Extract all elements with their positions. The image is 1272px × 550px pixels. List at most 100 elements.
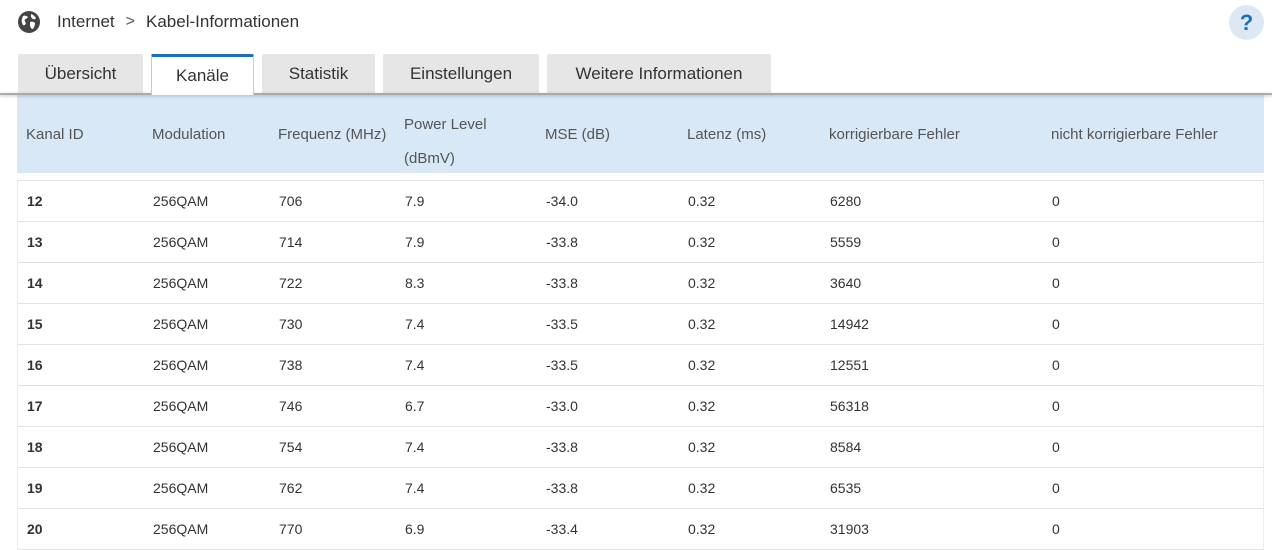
cell-frequenz: 722 (279, 275, 303, 291)
cell-power-level: 7.4 (405, 316, 425, 332)
cell-mse: -33.8 (546, 234, 578, 250)
cell-mse: -33.4 (546, 521, 578, 537)
table-body: 12 256QAM 706 7.9 -34.0 0.32 6280 0 13 256QAM 714 7… (17, 181, 1264, 550)
breadcrumb-item-current: Kabel-Informationen (146, 12, 300, 31)
cell-nicht-korrigierbare-fehler: 0 (1052, 234, 1060, 250)
cell-power-level: 7.4 (405, 439, 425, 455)
cell-korrigierbare-fehler: 5559 (830, 234, 862, 250)
column-header-nicht-korrigierbare-fehler[interactable]: nicht korrigierbare Fehler (1051, 95, 1218, 173)
cell-latenz: 0.32 (688, 439, 716, 455)
column-header-modulation[interactable]: Modulation (152, 95, 225, 173)
cell-latenz: 0.32 (688, 234, 716, 250)
cell-mse: -33.8 (546, 439, 578, 455)
channel-table: Kanal ID Modulation Frequenz (MHz) Power… (17, 95, 1264, 550)
cell-kanal-id: 16 (27, 357, 43, 373)
breadcrumb-item-internet[interactable]: Internet (57, 12, 115, 32)
cell-frequenz: 714 (279, 234, 303, 250)
cell-mse: -34.0 (546, 193, 578, 209)
cell-frequenz: 706 (279, 193, 303, 209)
cell-power-level: 7.4 (405, 357, 425, 373)
cell-power-level: 7.9 (405, 234, 425, 250)
column-header-mse[interactable]: MSE (dB) (545, 95, 610, 173)
cell-mse: -33.0 (546, 398, 578, 414)
cell-nicht-korrigierbare-fehler: 0 (1052, 398, 1060, 414)
cell-nicht-korrigierbare-fehler: 0 (1052, 357, 1060, 373)
cell-modulation: 256QAM (153, 193, 209, 209)
column-header-kanal-id[interactable]: Kanal ID (26, 95, 84, 173)
cell-frequenz: 754 (279, 439, 303, 455)
cell-modulation: 256QAM (153, 521, 209, 537)
table-row: 13 256QAM 714 7.9 -33.8 0.32 5559 0 (17, 222, 1264, 263)
cell-kanal-id: 18 (27, 439, 43, 455)
table-row: 15 256QAM 730 7.4 -33.5 0.32 14942 0 (17, 304, 1264, 345)
cell-mse: -33.5 (546, 357, 578, 373)
table-row: 16 256QAM 738 7.4 -33.5 0.32 12551 0 (17, 345, 1264, 386)
cell-korrigierbare-fehler: 12551 (830, 357, 869, 373)
cell-kanal-id: 19 (27, 480, 43, 496)
cell-power-level: 6.9 (405, 521, 425, 537)
cell-nicht-korrigierbare-fehler: 0 (1052, 275, 1060, 291)
tab-einstellungen[interactable]: Einstellungen (383, 54, 539, 94)
table-row: 14 256QAM 722 8.3 -33.8 0.32 3640 0 (17, 263, 1264, 304)
help-button[interactable]: ? (1229, 5, 1264, 40)
globe-icon (18, 11, 40, 33)
tab-statistik[interactable]: Statistik (262, 54, 375, 94)
cell-modulation: 256QAM (153, 275, 209, 291)
cell-kanal-id: 20 (27, 521, 43, 537)
column-header-line: (dBmV) (404, 150, 455, 167)
tab-label: Kanäle (176, 66, 229, 85)
cell-kanal-id: 13 (27, 234, 43, 250)
cell-korrigierbare-fehler: 8584 (830, 439, 862, 455)
cell-korrigierbare-fehler: 3640 (830, 275, 862, 291)
cell-kanal-id: 12 (27, 193, 43, 209)
cell-kanal-id: 15 (27, 316, 43, 332)
cell-korrigierbare-fehler: 56318 (830, 398, 869, 414)
table-row: 18 256QAM 754 7.4 -33.8 0.32 8584 0 (17, 427, 1264, 468)
cell-frequenz: 762 (279, 480, 303, 496)
cell-modulation: 256QAM (153, 398, 209, 414)
cell-nicht-korrigierbare-fehler: 0 (1052, 193, 1060, 209)
tab-uebersicht[interactable]: Übersicht (18, 54, 143, 94)
table-header: Kanal ID Modulation Frequenz (MHz) Power… (17, 95, 1264, 173)
cell-frequenz: 770 (279, 521, 303, 537)
cell-frequenz: 746 (279, 398, 303, 414)
table-spacer (17, 173, 1264, 181)
cell-nicht-korrigierbare-fehler: 0 (1052, 316, 1060, 332)
cell-nicht-korrigierbare-fehler: 0 (1052, 480, 1060, 496)
column-header-korrigierbare-fehler[interactable]: korrigierbare Fehler (829, 95, 960, 173)
cell-korrigierbare-fehler: 31903 (830, 521, 869, 537)
cell-modulation: 256QAM (153, 439, 209, 455)
cell-latenz: 0.32 (688, 398, 716, 414)
cell-frequenz: 738 (279, 357, 303, 373)
question-icon: ? (1239, 9, 1254, 35)
cell-korrigierbare-fehler: 6280 (830, 193, 862, 209)
cell-latenz: 0.32 (688, 357, 716, 373)
tab-kanaele[interactable]: Kanäle (151, 54, 254, 95)
cell-latenz: 0.32 (688, 193, 716, 209)
cell-modulation: 256QAM (153, 480, 209, 496)
cell-korrigierbare-fehler: 14942 (830, 316, 869, 332)
cell-power-level: 8.3 (405, 275, 425, 291)
cell-latenz: 0.32 (688, 275, 716, 291)
tab-label: Einstellungen (409, 64, 513, 83)
column-header-power-level[interactable]: Power Level (dBmV) (404, 95, 487, 173)
table-row: 12 256QAM 706 7.9 -34.0 0.32 6280 0 (17, 181, 1264, 222)
cell-frequenz: 730 (279, 316, 303, 332)
cell-mse: -33.8 (546, 275, 578, 291)
cell-latenz: 0.32 (688, 521, 716, 537)
table-row: 17 256QAM 746 6.7 -33.0 0.32 56318 0 (17, 386, 1264, 427)
cell-modulation: 256QAM (153, 316, 209, 332)
cell-latenz: 0.32 (688, 480, 716, 496)
column-header-latenz[interactable]: Latenz (ms) (687, 95, 766, 173)
tab-weitere-informationen[interactable]: Weitere Informationen (547, 54, 771, 94)
cell-mse: -33.8 (546, 480, 578, 496)
column-header-line: Power Level (404, 116, 487, 133)
cell-korrigierbare-fehler: 6535 (830, 480, 862, 496)
breadcrumb: Internet > Kabel-Informationen (17, 9, 299, 35)
tab-label: Weitere Informationen (575, 64, 743, 83)
cell-kanal-id: 14 (27, 275, 43, 291)
cell-modulation: 256QAM (153, 234, 209, 250)
column-header-frequenz[interactable]: Frequenz (MHz) (278, 95, 386, 173)
cell-nicht-korrigierbare-fehler: 0 (1052, 521, 1060, 537)
tab-label: Statistik (288, 64, 349, 83)
